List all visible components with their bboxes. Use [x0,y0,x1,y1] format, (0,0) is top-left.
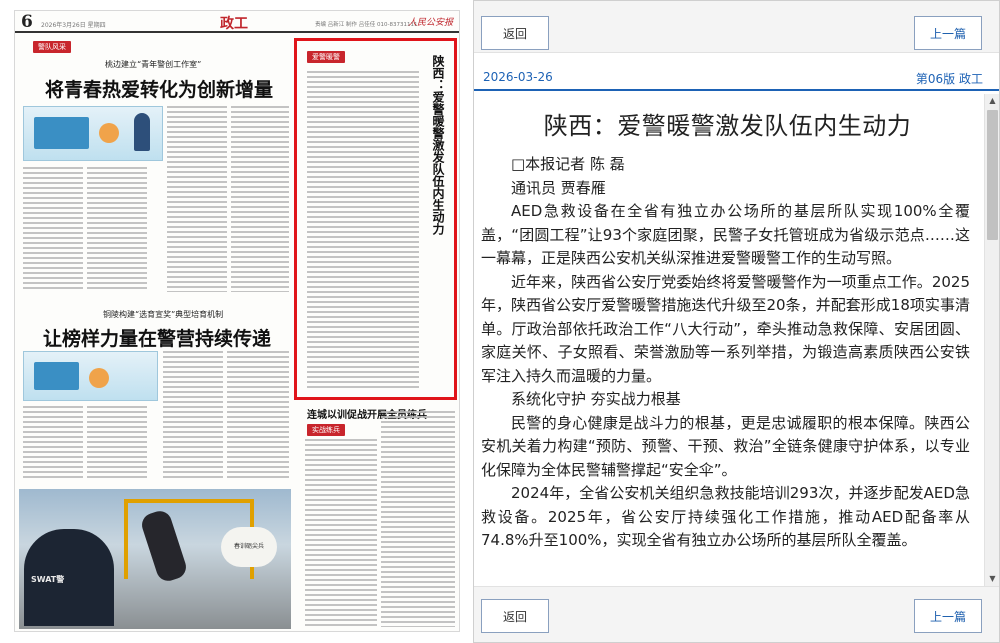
board-shape [34,117,89,149]
newspaper-logo: 人民公安报 [407,18,453,28]
top-tag: 警队风采 [33,41,71,53]
article-reader: 返回 上一篇 2026-03-26 第06版 政工 陕西：爱警暖警激发队伍内生动… [473,0,1000,643]
section-name: 政工 [220,16,248,32]
story2-kicker: 铜陵构建“选育宣奖”典型培育机制 [103,310,224,319]
article-info-bar: 2026-03-26 第06版 政工 [474,63,999,91]
story2-headline[interactable]: 让榜样力量在警营持续传递 [43,324,271,351]
story1-text-col1[interactable] [23,167,83,292]
story1-text-col2[interactable] [87,167,147,292]
page-header: 6 2026年3月26日 星期四 政工 责编 吕新江 制作 吕佳佳 010-83… [15,11,459,33]
story1-headline[interactable]: 将青春热爱转化为创新增量 [45,75,273,102]
article-byline-reporter: □本报记者 陈 磊 [511,155,625,173]
story3-text-col2[interactable] [381,411,455,627]
story3-tag: 实战练兵 [307,424,345,436]
highlight-tag: 爱警暖警 [307,51,345,63]
bottom-toolbar: 返回 上一篇 [474,586,999,642]
newspaper-page-panel: 6 2026年3月26日 星期四 政工 责编 吕新江 制作 吕佳佳 010-83… [0,0,470,643]
back-button-bottom[interactable]: 返回 [481,599,549,633]
article-byline-correspondent: 通讯员 贾春雁 [511,178,606,197]
scroll-up-arrow-icon[interactable]: ▲ [985,94,1000,108]
article-paragraph: 近年来，陕西省公安厅党委始终将爱警暖警作为一项重点工作。2025年，陕西省公安厅… [481,272,970,385]
article-date: 2026-03-26 [483,70,553,84]
page-date: 2026年3月26日 星期四 [41,22,106,29]
story2-text-col4[interactable] [227,351,289,481]
article-title: 陕西：爱警暖警激发队伍内生动力 [543,112,912,140]
article-content[interactable]: 陕西：爱警暖警激发队伍内生动力 □本报记者 陈 磊 通讯员 贾春雁 AED急救设… [481,94,974,586]
story2-text-col1[interactable] [23,406,83,481]
page-meta: 责编 吕新江 制作 吕佳佳 010-83731111 [315,22,418,28]
story1-text-col3[interactable] [167,106,227,292]
officer-figure [134,113,150,151]
article-scrollbar[interactable]: ▲ ▼ [984,94,999,586]
story1-text-col4[interactable] [231,106,289,292]
article-paragraph: 民警的身心健康是战斗力的根基，更是忠诚履职的根本保障。陕西公安机关着力构建“预防… [481,413,970,479]
previous-article-button[interactable]: 上一篇 [914,16,982,50]
back-button[interactable]: 返回 [481,16,549,50]
story2-text-col2[interactable] [87,406,147,481]
story2-illustration[interactable] [23,351,158,401]
story1-illustration[interactable] [23,106,163,161]
story3-text-col1[interactable] [305,439,377,627]
newspaper-page-image: 6 2026年3月26日 星期四 政工 责编 吕新江 制作 吕佳佳 010-83… [14,10,460,632]
circle-shape [89,368,109,388]
photo-caption-badge: 春训砺尖兵 [221,527,277,567]
article-subheading: 系统化守护 夯实战力根基 [511,390,681,408]
top-toolbar: 返回 上一篇 [474,1,999,53]
scroll-down-arrow-icon[interactable]: ▼ [985,572,1000,586]
highlight-vertical-title: 陕西：爱警暖警激发队伍内生动力 [431,55,445,235]
selected-article-region[interactable]: 爱警暖警 陕西：爱警暖警激发队伍内生动力 [294,38,457,400]
article-paragraph: AED急救设备在全省有独立办公场所的基层所队实现100%全覆盖，“团圆工程”让9… [481,202,970,267]
previous-article-button-bottom[interactable]: 上一篇 [914,599,982,633]
article-edition-link[interactable]: 第06版 政工 [916,70,983,87]
training-photo[interactable]: SWAT警 春训砺尖兵 [19,489,291,629]
board-shape [34,362,79,390]
story1-kicker: 桃边建立“青年警创工作室” [105,60,202,69]
story2-text-col3[interactable] [163,351,223,481]
circle-shape [99,123,119,143]
highlight-text [307,71,419,391]
page-number: 6 [21,12,33,32]
swat-badge: SWAT警 [31,575,65,584]
article-paragraph: 2024年，全省公安机关组织急救技能培训293次，并逐步配发AED急救设备。20… [481,484,970,549]
scroll-thumb[interactable] [987,110,998,240]
